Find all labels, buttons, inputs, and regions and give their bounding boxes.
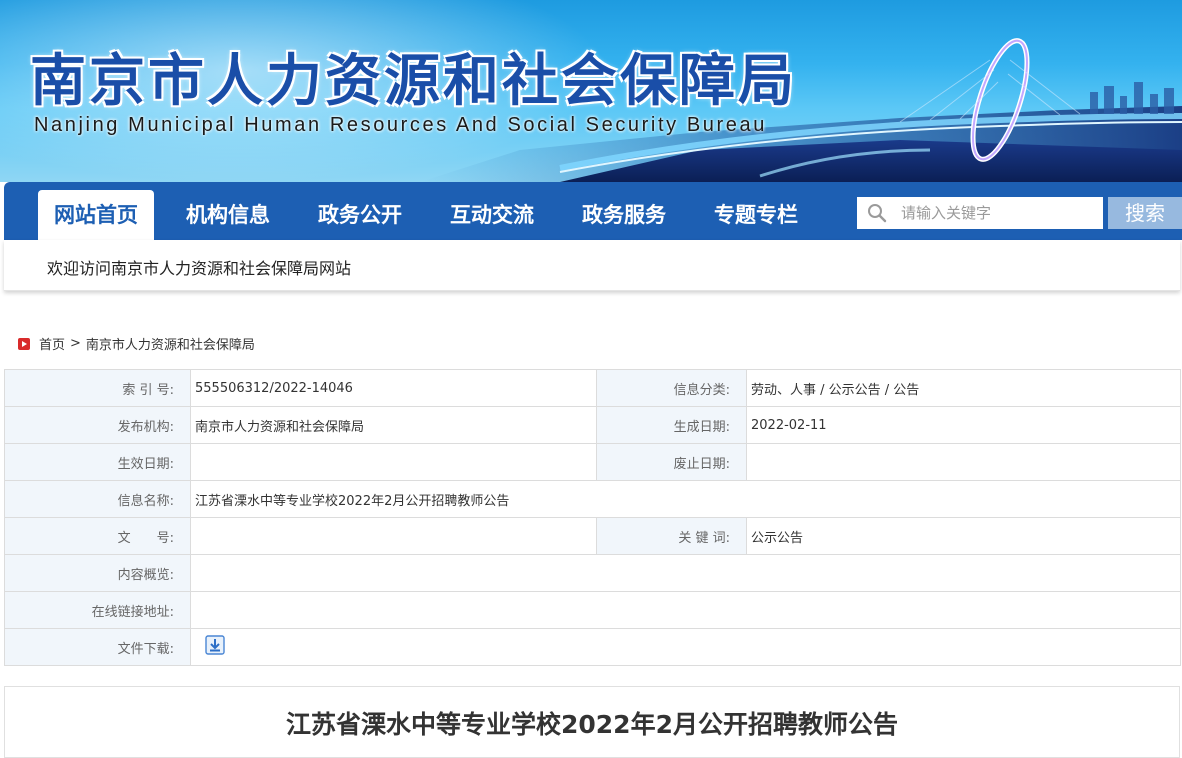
effective-date-label: 生效日期: [4,443,191,481]
nav-item-topics[interactable]: 专题专栏 [698,190,814,240]
table-row: 文 号: 关 键 词: 公示公告 [4,517,1181,555]
info-name-value: 江苏省溧水中等专业学校2022年2月公开招聘教师公告 [190,480,1181,518]
publisher-label: 发布机构: [4,406,191,444]
table-row: 信息名称: 江苏省溧水中等专业学校2022年2月公开招聘教师公告 [4,480,1181,518]
document-number-label: 文 号: [4,517,191,555]
created-date-value: 2022-02-11 [746,406,1181,444]
nav-item-organization[interactable]: 机构信息 [170,190,286,240]
created-date-label: 生成日期: [596,406,747,444]
header-banner: 南京市人力资源和社会保障局 Nanjing Municipal Human Re… [0,0,1182,182]
article-title: 江苏省溧水中等专业学校2022年2月公开招聘教师公告 [286,710,898,739]
file-download-cell [190,628,1181,666]
search-input[interactable] [897,198,1091,228]
index-number-label: 索 引 号: [4,369,191,407]
article-container: 江苏省溧水中等专业学校2022年2月公开招聘教师公告 [4,686,1180,758]
nav-item-government-affairs[interactable]: 政务公开 [302,190,418,240]
breadcrumb-current-link[interactable]: 南京市人力资源和社会保障局 [86,334,255,353]
breadcrumb-separator: > [70,336,81,351]
online-link-label: 在线链接地址: [4,591,191,629]
nav-item-interaction[interactable]: 互动交流 [434,190,550,240]
expiry-date-label: 废止日期: [596,443,747,481]
table-row: 发布机构: 南京市人力资源和社会保障局 生成日期: 2022-02-11 [4,406,1181,444]
online-link-value [190,591,1181,629]
breadcrumb: 首页 > 南京市人力资源和社会保障局 [18,334,255,353]
download-icon[interactable] [205,635,225,659]
index-number-value: 555506312/2022-14046 [190,369,597,407]
document-number-value [190,517,597,555]
main-nav: 网站首页 机构信息 政务公开 互动交流 政务服务 专题专栏 搜索 [4,182,1182,240]
summary-value [190,554,1181,592]
home-icon [18,337,30,350]
keywords-label: 关 键 词: [596,517,747,555]
welcome-bar: 欢迎访问南京市人力资源和社会保障局网站 [4,240,1180,291]
breadcrumb-home-link[interactable]: 首页 [39,334,65,353]
info-name-label: 信息名称: [4,480,191,518]
search-icon [857,197,897,229]
nav-item-services[interactable]: 政务服务 [566,190,682,240]
info-metadata-table: 索 引 号: 555506312/2022-14046 信息分类: 劳动、人事 … [4,369,1181,666]
effective-date-value [190,443,597,481]
site-title: 南京市人力资源和社会保障局 [30,48,797,114]
category-value: 劳动、人事 / 公示公告 / 公告 [746,369,1181,407]
welcome-text: 欢迎访问南京市人力资源和社会保障局网站 [47,259,352,278]
table-row: 内容概览: [4,554,1181,592]
search-button[interactable]: 搜索 [1108,197,1182,229]
site-subtitle-english: Nanjing Municipal Human Resources And So… [34,114,767,136]
table-row: 生效日期: 废止日期: [4,443,1181,481]
search-box [857,197,1103,229]
category-label: 信息分类: [596,369,747,407]
summary-label: 内容概览: [4,554,191,592]
table-row: 在线链接地址: [4,591,1181,629]
table-row: 索 引 号: 555506312/2022-14046 信息分类: 劳动、人事 … [4,369,1181,407]
keywords-value: 公示公告 [746,517,1181,555]
publisher-value: 南京市人力资源和社会保障局 [190,406,597,444]
file-download-label: 文件下载: [4,628,191,666]
nav-item-home[interactable]: 网站首页 [38,190,154,240]
expiry-date-value [746,443,1181,481]
table-row: 文件下载: [4,628,1181,666]
